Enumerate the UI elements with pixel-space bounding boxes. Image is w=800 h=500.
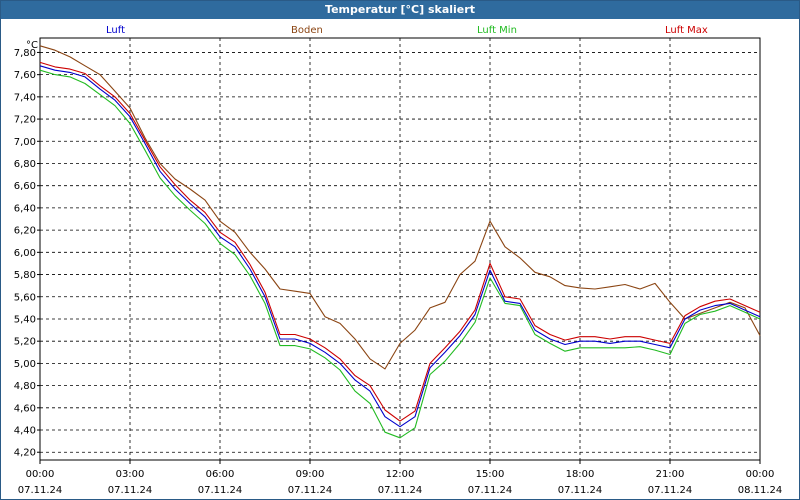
y-tick-label: 5,40 — [14, 314, 36, 325]
x-tick-label-date: 07.11.24 — [558, 485, 603, 496]
y-tick-label: 6,40 — [14, 203, 36, 214]
chart-plot: °C7,807,607,407,207,006,806,606,406,206,… — [14, 37, 783, 496]
y-tick-label: 5,60 — [14, 292, 36, 303]
x-tick-label-time: 15:00 — [476, 469, 505, 480]
x-tick-label-time: 18:00 — [566, 469, 595, 480]
y-tick-label: 7,20 — [14, 115, 36, 126]
y-tick-label: 4,20 — [14, 448, 36, 459]
y-tick-label: 4,40 — [14, 426, 36, 437]
y-tick-label: 7,40 — [14, 92, 36, 103]
y-tick-label: 4,60 — [14, 403, 36, 414]
x-tick-label-date: 07.11.24 — [18, 485, 63, 496]
x-tick-label-time: 06:00 — [206, 469, 235, 480]
x-tick-label-date: 07.11.24 — [108, 485, 153, 496]
x-tick-label-date: 07.11.24 — [378, 485, 423, 496]
y-tick-label: 5,00 — [14, 359, 36, 370]
y-tick-label: 5,80 — [14, 270, 36, 281]
y-tick-label: 6,80 — [14, 159, 36, 170]
y-tick-label: 5,20 — [14, 337, 36, 348]
x-tick-label-time: 09:00 — [296, 469, 325, 480]
y-tick-label: 6,60 — [14, 181, 36, 192]
x-tick-label-time: 21:00 — [656, 469, 685, 480]
y-tick-label: 7,80 — [14, 48, 36, 59]
x-tick-label-time: 12:00 — [386, 469, 415, 480]
y-tick-label: 4,80 — [14, 381, 36, 392]
x-tick-label-date: 07.11.24 — [288, 485, 333, 496]
y-tick-label: 6,20 — [14, 226, 36, 237]
x-tick-label-date: 07.11.24 — [468, 485, 513, 496]
x-tick-label-time: 00:00 — [746, 469, 775, 480]
x-tick-label-date: 07.11.24 — [648, 485, 693, 496]
x-tick-label-date: 07.11.24 — [198, 485, 243, 496]
x-tick-label-date: 08.11.24 — [738, 485, 783, 496]
y-tick-label: 7,60 — [14, 70, 36, 81]
x-tick-label-time: 00:00 — [26, 469, 55, 480]
y-tick-label: 6,00 — [14, 248, 36, 259]
x-tick-label-time: 03:00 — [116, 469, 145, 480]
y-tick-label: 7,00 — [14, 137, 36, 148]
